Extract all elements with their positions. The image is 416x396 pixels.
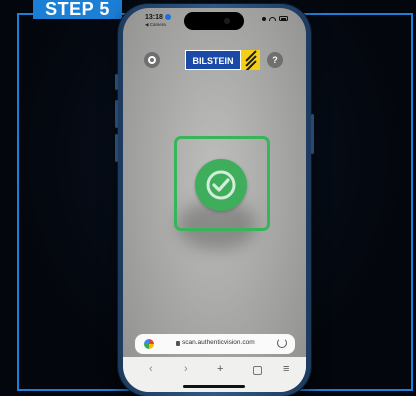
volume-down-button xyxy=(115,134,118,162)
help-button[interactable]: ? xyxy=(267,52,283,68)
verified-badge xyxy=(195,159,247,211)
address-bar[interactable]: scan.authenticvision.com xyxy=(135,334,295,354)
volume-up-button xyxy=(115,100,118,128)
back-button[interactable]: ‹ xyxy=(149,363,153,375)
battery-icon xyxy=(279,16,288,21)
url-text: scan.authenticvision.com xyxy=(182,339,255,346)
browser-toolbar: ‹ › + ≡ xyxy=(123,357,306,392)
brand-logo: BILSTEIN xyxy=(185,50,260,70)
menu-button[interactable]: ≡ xyxy=(283,363,289,375)
status-icons xyxy=(262,16,288,21)
wifi-icon xyxy=(269,16,276,21)
new-tab-button[interactable]: + xyxy=(217,363,223,375)
forward-button[interactable]: › xyxy=(184,363,188,375)
power-button xyxy=(311,114,314,154)
location-icon xyxy=(165,14,171,20)
reload-icon[interactable] xyxy=(277,338,287,348)
home-indicator[interactable] xyxy=(183,385,245,388)
lock-icon xyxy=(176,341,180,346)
settings-button[interactable] xyxy=(144,52,160,68)
dynamic-island xyxy=(184,12,244,30)
browser-logo-icon xyxy=(144,339,154,349)
step-badge: STEP 5 xyxy=(33,0,122,19)
tabs-icon[interactable] xyxy=(253,366,262,375)
gear-icon xyxy=(148,56,156,64)
brand-wordmark: BILSTEIN xyxy=(185,50,241,70)
check-icon xyxy=(206,170,236,200)
back-to-camera-link[interactable]: ◀ Camera xyxy=(145,22,166,28)
phone-device: 13:18 ◀ Camera BILSTEIN ? scan.authentic… xyxy=(115,4,314,396)
mute-switch xyxy=(115,74,118,90)
phone-screen: 13:18 ◀ Camera BILSTEIN ? scan.authentic… xyxy=(123,8,306,392)
status-time: 13:18 xyxy=(145,14,163,21)
camera-lens-icon xyxy=(224,18,230,24)
brand-spring-icon xyxy=(241,50,260,70)
signal-icon xyxy=(262,16,266,21)
